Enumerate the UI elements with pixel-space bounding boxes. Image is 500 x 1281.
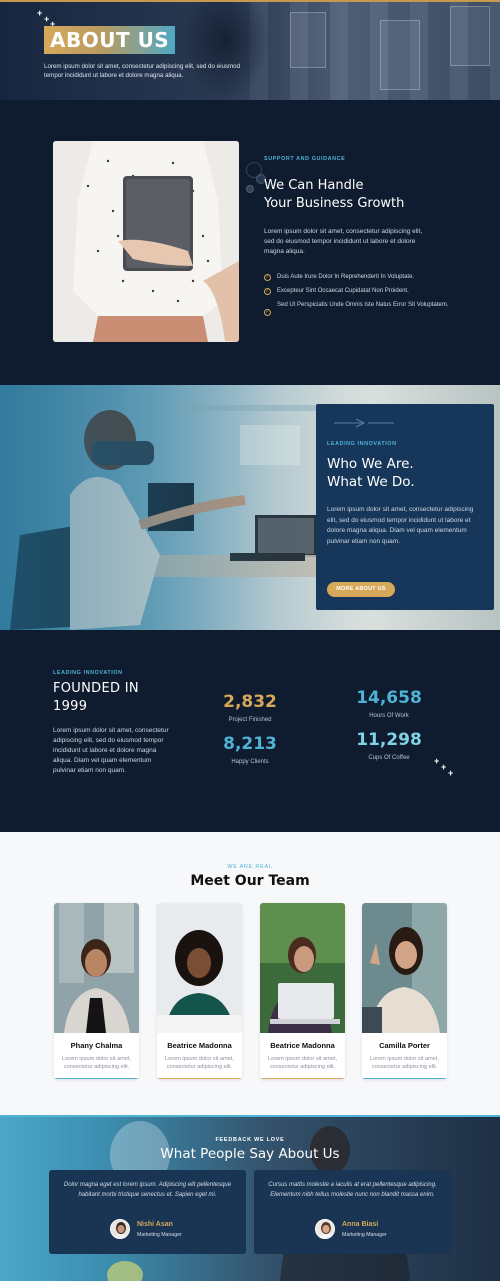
stat-value: 8,213 [223,734,277,754]
team-member-photo [260,903,345,1033]
founded-description: Lorem ipsum dolor sit amet, consectetur … [53,727,169,774]
sparkle-icon: + [44,14,50,24]
sparkle-icon: + [434,756,440,766]
check-circle-icon: ✓ [264,288,271,295]
team-heading: Meet Our Team [190,873,310,889]
team-section: WE ARE REAL Meet Our Team Phany Chalma L… [0,832,500,1115]
testimonial-name: Nishi Asan [137,1221,173,1228]
testimonial-quote: Dolor magna eget est lorem ipsum. Adipis… [63,1182,232,1198]
support-description: Lorem ipsum dolor sit amet, consectetur … [264,228,423,255]
stat-label: Happy Clients [231,759,269,765]
testimonials-heading: What People Say About Us [160,1146,340,1162]
decorative-arrow-icon [334,418,394,428]
founded-eyebrow: LEADING INNOVATION [53,670,123,676]
who-heading-line2: What We Do. [327,474,415,490]
stat-value: 14,658 [356,688,422,708]
sparkle-icon: + [448,768,454,778]
who-we-are-section: LEADING INNOVATION Who We Are. What We D… [0,385,500,630]
hero-title-badge: ABOUT US [44,26,176,54]
team-member-card[interactable]: Beatrice Madonna Lorem ipsum dolor sit a… [260,903,345,1079]
founded-heading: FOUNDED IN 1999 [53,680,139,716]
testimonials-section: FEEDBACK WE LOVE What People Say About U… [0,1115,500,1281]
avatar [110,1219,130,1239]
check-circle-icon: ✓ [264,274,271,281]
who-heading-line1: Who We Are. [327,456,414,472]
testimonial-role: Marketing Manager [137,1232,182,1238]
testimonial-role: Marketing Manager [342,1232,387,1238]
founded-heading-line2: 1999 [53,699,88,714]
team-member-card[interactable]: Camilla Porter Lorem ipsum dolor sit ame… [362,903,447,1079]
more-about-us-button[interactable]: MORE ABOUT US [327,582,395,597]
who-description: Lorem ipsum dolor sit amet, consectetur … [327,506,474,545]
checklist-item: ✓ Sed Ut Perspiciatis Unde Omnis Iste Na… [264,301,452,316]
hero-background-office [250,0,500,100]
sparkle-icon: + [37,8,43,18]
sparkle-icon: + [441,762,447,772]
team-member-name: Beatrice Madonna [270,1041,335,1050]
card-accent-bar [157,1077,242,1079]
decorative-circle [246,185,254,193]
stat-value: 2,832 [223,692,277,712]
support-eyebrow: SUPPORT AND GUIDANCE [264,156,346,162]
stat-label: Hours Of Work [369,713,409,719]
team-member-photo [362,903,447,1033]
testimonial-quote: Cursus mattis molestie a iaculis at erat… [268,1182,437,1198]
checklist-text: Duis Aute Irure Dolor In Reprehenderit I… [277,274,415,280]
checklist-text: Sed Ut Perspiciatis Unde Omnis Iste Natu… [277,302,449,308]
support-heading: We Can Handle Your Business Growth [264,177,404,213]
team-member-description: Lorem ipsum dolor sit amet, consectetur … [164,1056,234,1070]
card-accent-bar [362,1077,447,1079]
team-member-name: Beatrice Madonna [167,1041,232,1050]
founded-section: LEADING INNOVATION FOUNDED IN 1999 Lorem… [0,630,500,832]
support-heading-line1: We Can Handle [264,178,364,193]
team-member-photo [54,903,139,1033]
team-member-card[interactable]: Phany Chalma Lorem ipsum dolor sit amet,… [54,903,139,1079]
founded-heading-line1: FOUNDED IN [53,681,139,696]
support-heading-line2: Your Business Growth [264,196,405,211]
hero-banner: + + + ABOUT US Lorem ipsum dolor sit ame… [0,0,500,100]
testimonial-card: Cursus mattis molestie a iaculis at erat… [254,1170,451,1254]
who-eyebrow: LEADING INNOVATION [327,441,397,447]
team-eyebrow: WE ARE REAL [227,864,273,870]
stat-label: Project Finished [228,717,272,723]
team-member-photo [157,903,242,1033]
avatar [315,1219,335,1239]
who-we-are-card: LEADING INNOVATION Who We Are. What We D… [316,404,494,610]
team-member-name: Phany Chalma [70,1041,123,1050]
team-member-description: Lorem ipsum dolor sit amet, consectetur … [61,1056,131,1070]
stat-value: 11,298 [356,730,422,750]
who-heading: Who We Are. What We Do. [327,455,415,491]
testimonial-name: Anna Biasi [342,1221,379,1228]
testimonial-card: Dolor magna eget est lorem ipsum. Adipis… [49,1170,246,1254]
card-accent-bar [260,1077,345,1079]
checklist-item: ✓ Duis Aute Irure Dolor In Reprehenderit… [264,273,457,284]
card-accent-bar [54,1077,139,1079]
page-title: ABOUT US [50,28,170,52]
business-woman-tablet-image [53,141,239,342]
checklist-text: Excepteur Sint Occaecat Cupidatat Non Pr… [277,288,409,294]
hero-accent-line [0,0,500,2]
hero-description: Lorem ipsum dolor sit amet, consectetur … [44,63,241,79]
checklist-item: ✓ Excepteur Sint Occaecat Cupidatat Non … [264,287,457,298]
stat-label: Cups Of Coffee [368,755,410,761]
support-section: SUPPORT AND GUIDANCE We Can Handle Your … [0,100,500,385]
check-circle-icon: ✓ [264,309,271,316]
team-member-card[interactable]: Beatrice Madonna Lorem ipsum dolor sit a… [157,903,242,1079]
team-member-description: Lorem ipsum dolor sit amet, consectetur … [369,1056,439,1070]
testimonials-eyebrow: FEEDBACK WE LOVE [215,1137,285,1143]
team-member-description: Lorem ipsum dolor sit amet, consectetur … [267,1056,337,1070]
team-member-name: Camilla Porter [379,1041,430,1050]
